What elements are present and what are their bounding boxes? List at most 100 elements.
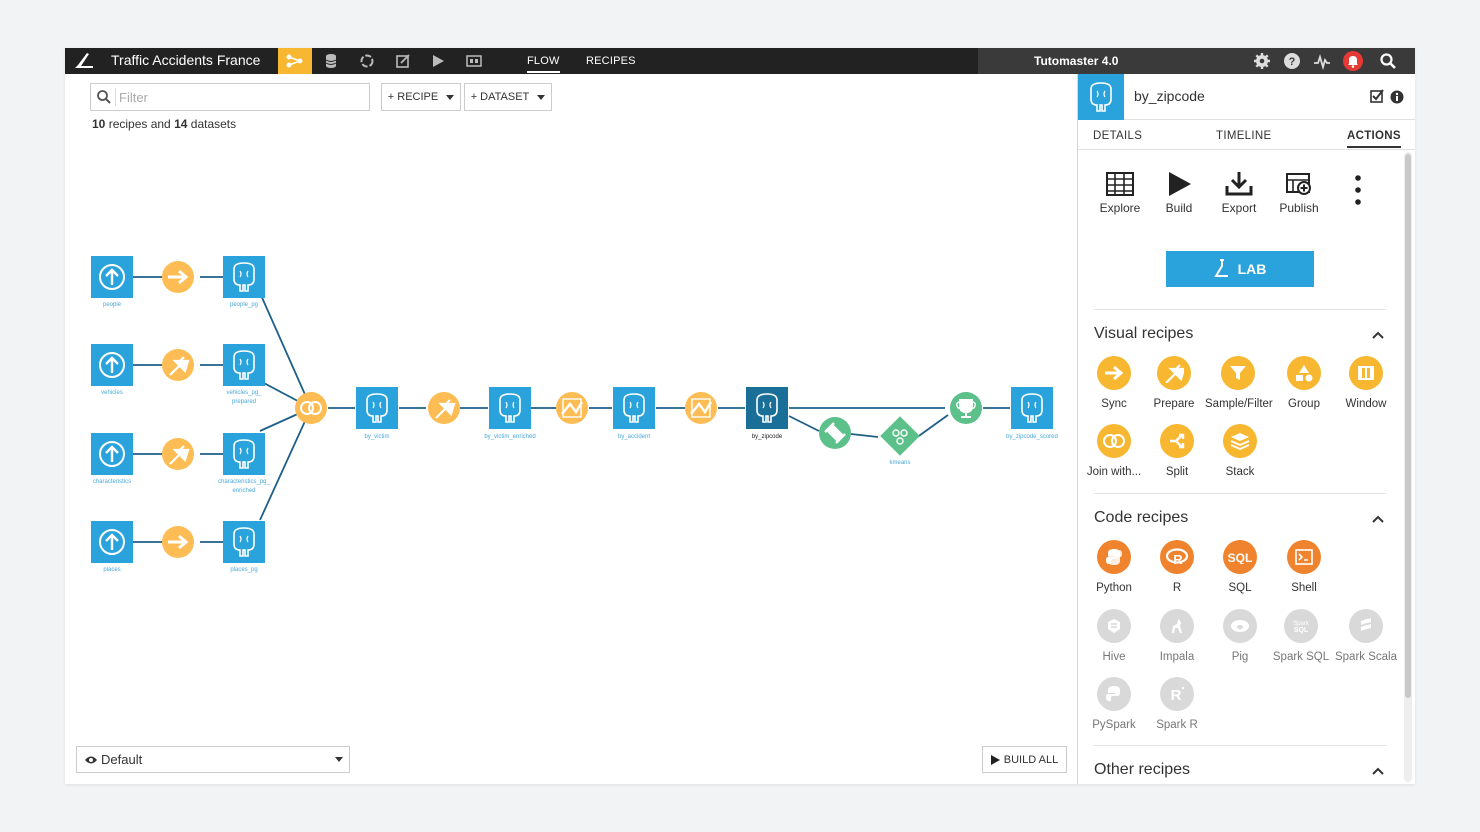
explore-action[interactable]: Explore (1090, 172, 1150, 215)
checklist-icon[interactable] (1370, 89, 1384, 103)
recipe-split-button[interactable]: Split (1144, 424, 1210, 478)
recipe-spark-sql-button[interactable]: Spark SQL Spark SQL (1268, 609, 1334, 663)
code-recipes-title[interactable]: Code recipes (1094, 509, 1188, 527)
download-icon (1225, 172, 1253, 196)
recipe-prepare[interactable] (162, 438, 194, 470)
filter-input[interactable] (119, 88, 359, 106)
notebooks-icon[interactable] (394, 52, 412, 70)
svg-text:SQL: SQL (1294, 627, 1309, 634)
dataset-places-pg[interactable] (223, 521, 265, 563)
stack-icon (1223, 424, 1257, 458)
info-icon[interactable] (1390, 90, 1404, 104)
recipe-r-button[interactable]: R R (1144, 540, 1210, 594)
recipe-group-button[interactable]: Group (1271, 356, 1337, 410)
tab-timeline[interactable]: TIMELINE (1216, 130, 1271, 142)
view-select[interactable]: Default (76, 746, 350, 773)
divider (1094, 493, 1386, 494)
search-icon[interactable] (1379, 52, 1397, 70)
recipes-count: 10 (92, 117, 106, 131)
dataset-people[interactable] (91, 256, 133, 298)
dataset-by-victim[interactable] (356, 387, 398, 429)
dataset-characteristics-pg-enriched[interactable] (223, 433, 265, 475)
build-action[interactable]: Build (1149, 172, 1209, 215)
train-recipe-icon[interactable] (819, 417, 851, 449)
filter-field[interactable] (90, 83, 370, 111)
shell-label: Shell (1291, 582, 1317, 594)
recipe-split[interactable] (556, 392, 588, 424)
dataset-characteristics[interactable] (91, 433, 133, 475)
recipe-prepare[interactable] (162, 349, 194, 381)
dataset-people-pg[interactable] (223, 256, 265, 298)
dataset-by-zipcode-scored[interactable] (1011, 387, 1053, 429)
recipe-python-button[interactable]: Python (1081, 540, 1147, 594)
instance-name[interactable]: Tutomaster 4.0 (1034, 54, 1118, 68)
tab-details[interactable]: DETAILS (1093, 130, 1142, 142)
build-all-button[interactable]: BUILD ALL (982, 746, 1067, 773)
datasets-icon[interactable] (322, 52, 340, 70)
recipe-sync-button[interactable]: Sync (1081, 356, 1147, 410)
recipe-join[interactable] (295, 392, 327, 424)
impala-label: Impala (1159, 651, 1195, 663)
dataset-by-zipcode[interactable] (746, 387, 788, 429)
tab-actions[interactable]: ACTIONS (1347, 130, 1401, 148)
model-kmeans[interactable] (880, 416, 920, 456)
chevron-up-icon[interactable] (1372, 767, 1384, 775)
nav-recipes[interactable]: RECIPES (586, 55, 636, 67)
recipe-prepare[interactable] (428, 392, 460, 424)
dashboard-icon[interactable] (465, 52, 483, 70)
recipe-impala-button[interactable]: Impala (1144, 609, 1210, 663)
lab-button[interactable]: LAB (1166, 251, 1314, 287)
recipe-spark-r-button[interactable]: R Spark R (1144, 677, 1210, 731)
top-navigation-bar: Traffic Accidents France FLOW RECIPES Tu… (65, 48, 1415, 74)
recipe-sync[interactable] (162, 526, 194, 558)
dataset-places[interactable] (91, 521, 133, 563)
export-action[interactable]: Export (1209, 172, 1269, 215)
recipe-window-button[interactable]: Window (1333, 356, 1399, 410)
models-icon[interactable] (358, 52, 376, 70)
recipe-join-button[interactable]: Join with... (1081, 424, 1147, 478)
add-dataset-button[interactable]: + DATASET (464, 83, 552, 111)
recipe-split[interactable] (685, 392, 717, 424)
recipe-spark-scala-button[interactable]: Spark Scala (1333, 609, 1399, 663)
scrollbar-thumb[interactable] (1405, 154, 1411, 698)
dataset-label-by-zipcode: by_zipcode (752, 434, 783, 440)
more-options-icon[interactable] (1354, 174, 1362, 206)
bell-icon[interactable] (1342, 50, 1364, 72)
recipe-pig-button[interactable]: Pig (1207, 609, 1273, 663)
recipe-stack-button[interactable]: Stack (1207, 424, 1273, 478)
help-icon[interactable]: ? (1283, 52, 1301, 70)
panel-scrollbar[interactable] (1404, 152, 1412, 782)
other-recipes-title[interactable]: Other recipes (1094, 761, 1190, 779)
add-recipe-label: + RECIPE (387, 91, 439, 103)
split-icon (1160, 424, 1194, 458)
gear-icon[interactable] (1253, 52, 1271, 70)
recipe-sql-button[interactable]: SQL SQL (1207, 540, 1273, 594)
recipe-sample-filter-button[interactable]: Sample/Filter (1205, 356, 1273, 410)
visual-recipes-title[interactable]: Visual recipes (1094, 325, 1193, 343)
dataset-by-victim-enriched[interactable] (489, 387, 531, 429)
dataset-vehicles-pg-prepared[interactable] (223, 344, 265, 386)
chevron-up-icon[interactable] (1372, 515, 1384, 523)
nav-flow[interactable]: FLOW (527, 55, 560, 73)
add-recipe-button[interactable]: + RECIPE (381, 83, 461, 111)
recipe-prepare-button[interactable]: Prepare (1141, 356, 1207, 410)
recipe-hive-button[interactable]: Hive (1081, 609, 1147, 663)
bird-logo-icon[interactable] (73, 51, 95, 71)
activity-icon[interactable] (1313, 52, 1331, 70)
panel-tabs: DETAILS TIMELINE ACTIONS (1078, 124, 1415, 150)
panel-header: by_zipcode (1078, 74, 1415, 120)
pyspark-icon (1097, 677, 1131, 711)
project-name[interactable]: Traffic Accidents France (111, 52, 260, 68)
recipe-pyspark-button[interactable]: PySpark (1081, 677, 1147, 731)
recipe-sync[interactable] (162, 261, 194, 293)
score-recipe-trophy-icon[interactable] (950, 392, 982, 424)
publish-action[interactable]: Publish (1269, 172, 1329, 215)
run-icon[interactable] (429, 52, 447, 70)
dataset-vehicles[interactable] (91, 344, 133, 386)
dataset-by-accident[interactable] (613, 387, 655, 429)
python-icon (1097, 540, 1131, 574)
chevron-up-icon[interactable] (1372, 331, 1384, 339)
caret-down-icon (335, 757, 343, 762)
flow-icon[interactable] (278, 48, 312, 74)
recipe-shell-button[interactable]: Shell (1271, 540, 1337, 594)
